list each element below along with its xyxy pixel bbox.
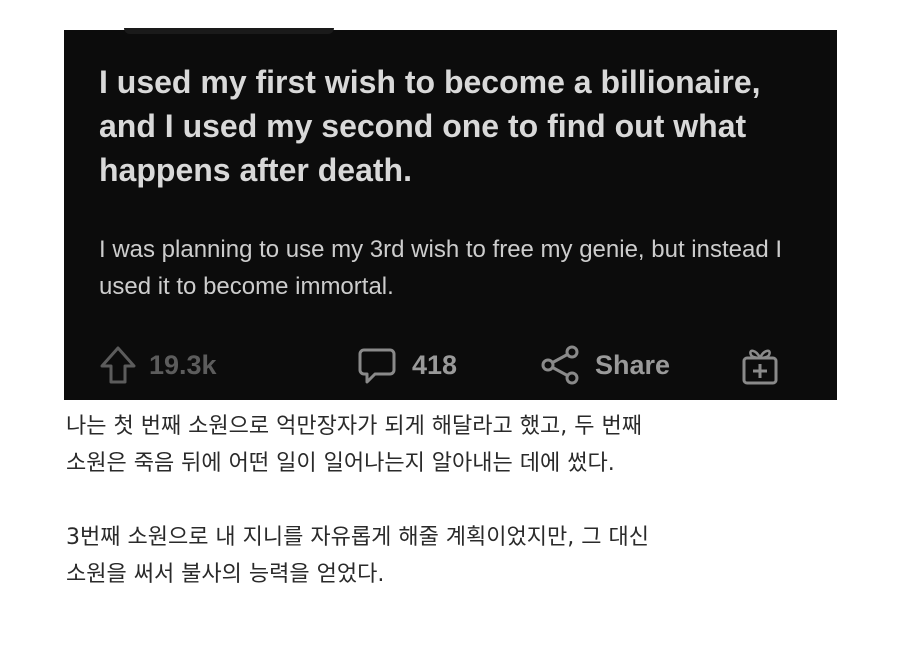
post-title[interactable]: I used my first wish to become a billion… [99,60,799,192]
translation-paragraph-2: 3번째 소원으로 내 지니를 자유롭게 해줄 계획이었지만, 그 대신 소원을 … [66,525,649,587]
post-card[interactable]: I used my first wish to become a billion… [64,28,837,400]
comment-bubble-icon [357,345,397,385]
share-label: Share [595,349,671,380]
arrow-up-icon [99,345,137,385]
comment-count: 418 [412,349,458,380]
post-body: I was planning to use my 3rd wish to fre… [99,236,783,300]
post-action-bar: 19.3k 418 Share [99,342,799,388]
korean-translation: 나는 첫 번째 소원으로 억만장자가 되게 해달라고 했고, 두 번째 소원은 … [66,408,846,593]
card-top-edge [124,28,334,34]
comments-button[interactable]: 418 [357,342,457,388]
upvote-button[interactable]: 19.3k [99,342,217,388]
award-button[interactable] [739,342,781,388]
translation-paragraph-1: 나는 첫 번째 소원으로 억만장자가 되게 해달라고 했고, 두 번째 소원은 … [66,414,642,476]
share-icon [539,345,581,385]
share-button[interactable]: Share [539,342,670,388]
gift-award-icon [739,344,781,386]
upvote-count: 19.3k [149,349,217,380]
